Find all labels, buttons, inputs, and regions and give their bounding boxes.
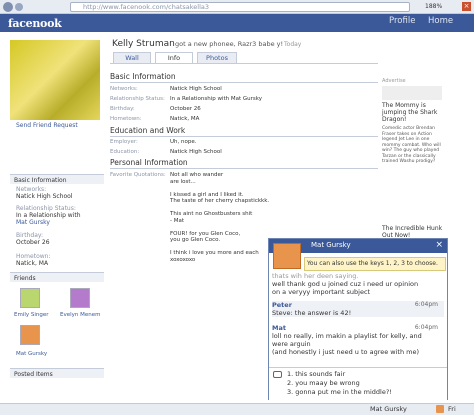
zoom-level[interactable]: 188% xyxy=(425,3,442,10)
friend-name-mat[interactable]: Mat Gursky xyxy=(16,351,47,357)
chat-bubble-icon xyxy=(273,371,282,378)
chat-peter-msg: Steve: the answer is 42! xyxy=(272,309,352,317)
personal-info-header: Personal Information xyxy=(110,158,378,169)
left-birthday-value: October 26 xyxy=(16,239,50,246)
tab-wall[interactable]: Wall xyxy=(113,52,151,63)
chat-peter-block: Peter 6:04pm Steve: the answer is 42! xyxy=(272,301,444,317)
left-networks-label: Networks: xyxy=(16,186,47,193)
friend-avatar-emily[interactable] xyxy=(20,288,40,308)
birthday-label: Birthday: xyxy=(110,106,135,112)
quote-line: xoxoxoxo xyxy=(170,256,196,263)
chat-close-icon[interactable]: × xyxy=(435,241,443,250)
hometown-label: Hometown: xyxy=(110,116,142,122)
friend-name-emily[interactable]: Emily Singer xyxy=(14,312,49,318)
ad-title-1[interactable]: The Mommy is jumping the Shark Dragon! xyxy=(382,102,444,123)
employer-value: Uh, nope. xyxy=(170,139,197,145)
quotations-text: Not all who wander are lost... I kissed … xyxy=(170,172,270,263)
ads-label: Advertise xyxy=(382,78,406,84)
quotations-label: Favorite Quotations: xyxy=(110,172,166,178)
ad-text-1: Comedic actor Brendan Fraser takes on Ac… xyxy=(382,126,441,164)
statusbar-fri[interactable]: Fri xyxy=(448,405,456,413)
friend-avatar-mat[interactable] xyxy=(20,325,40,345)
left-basic-info-title: Basic Information xyxy=(10,174,104,184)
chat-option-3[interactable]: 3. gonna put me in the middle?! xyxy=(287,388,392,396)
chat-status-bar: Mat Gursky Fri xyxy=(0,403,474,415)
chat-peter-name: Peter xyxy=(272,301,292,309)
chat-mat-name: Mat xyxy=(272,324,286,332)
networks-label: Networks: xyxy=(110,86,138,92)
chat-option-1[interactable]: 1. this sounds fair xyxy=(287,370,345,378)
close-icon[interactable]: × xyxy=(462,2,471,11)
chat-tip: You can also use the keys 1, 2, 3 to cho… xyxy=(304,257,446,271)
chat-line-2: on a veryyy important subject xyxy=(272,288,371,296)
networks-value: Natick High School xyxy=(170,86,222,92)
send-friend-request[interactable]: Send Friend Request xyxy=(16,122,78,129)
chat-peter-time: 6:04pm xyxy=(414,301,438,308)
profile-photo xyxy=(10,40,100,120)
chat-mat-msg-3: (and honestly i just need u to agree wit… xyxy=(272,348,420,356)
hometown-value: Natick, MA xyxy=(170,116,200,122)
tab-photos[interactable]: Photos xyxy=(197,52,237,63)
left-relationship-link[interactable]: Mat Gursky xyxy=(16,219,50,226)
employer-label: Employer: xyxy=(110,139,138,145)
friend-avatar-evelyn[interactable] xyxy=(70,288,90,308)
left-networks-value: Natick High School xyxy=(16,193,73,200)
profile-status: got a new phonee, Razr3 babe y! xyxy=(175,40,284,48)
left-relationship-value: In a Relationship with xyxy=(16,212,81,219)
relationship-label: Relationship Status: xyxy=(110,96,165,102)
left-hometown-label: Hometown: xyxy=(16,253,51,260)
ads-column: Advertise The Mommy is jumping the Shark… xyxy=(382,78,444,239)
browser-toolbar: http://www.facenook.com/chatsakella3 188… xyxy=(0,0,474,14)
quote-line: The taste of her cherry chapstickkk. xyxy=(170,198,270,204)
profile-status-time: Today xyxy=(284,41,302,48)
posted-items-title: Posted Items xyxy=(10,368,104,378)
chat-window: Mat Gursky × You can also use the keys 1… xyxy=(268,238,448,400)
friend-name-evelyn[interactable]: Evelyn Menem xyxy=(60,312,101,318)
statusbar-avatar-icon xyxy=(436,405,444,413)
education-header: Education and Work xyxy=(110,126,378,137)
chat-line-1: well thank god u joined cuz i need ur op… xyxy=(272,280,419,288)
nav-home[interactable]: Home xyxy=(428,16,453,26)
ad-title-2[interactable]: The Incredible Hunk Out Now! xyxy=(382,225,444,239)
chat-mat-time: 6:04pm xyxy=(414,324,438,331)
left-relationship-label: Relationship Status: xyxy=(16,205,76,212)
left-birthday-label: Birthday: xyxy=(16,232,44,239)
quote-line: I think i love you more and each xyxy=(170,250,259,256)
chat-option-2[interactable]: 2. you maay be wrong xyxy=(287,379,360,387)
statusbar-chat-tab[interactable]: Mat Gursky xyxy=(370,405,407,413)
back-icon[interactable] xyxy=(3,2,13,12)
birthday-value: October 26 xyxy=(170,106,201,112)
education-value: Natick High School xyxy=(170,149,222,155)
friends-title: Friends xyxy=(10,272,104,282)
nav-profile[interactable]: Profile xyxy=(389,16,415,26)
ad-image-1[interactable] xyxy=(382,86,442,100)
basic-info-header: Basic Information xyxy=(110,72,378,83)
chat-mat-msg-1: loll no really, im makin a playlist for … xyxy=(272,332,422,340)
profile-name: Kelly Struman xyxy=(112,39,175,49)
forward-icon[interactable] xyxy=(15,3,23,11)
site-logo[interactable]: facenook xyxy=(8,17,62,30)
url-bar[interactable]: http://www.facenook.com/chatsakella3 xyxy=(70,2,410,12)
relationship-value[interactable]: In a Relationship with Mat Gursky xyxy=(170,96,262,102)
chat-mat-msg-2: were arguin xyxy=(272,340,311,348)
chat-cut-line: thats wih her deen saying. xyxy=(272,272,359,280)
chat-options-box: 1. this sounds fair 2. you maay be wrong… xyxy=(269,367,447,400)
tab-underline xyxy=(110,63,378,64)
education-label: Education: xyxy=(110,149,140,155)
chat-avatar xyxy=(273,243,301,269)
tab-info[interactable]: Info xyxy=(155,52,193,63)
chat-mat-block: Mat 6:04pm loll no really, im makin a pl… xyxy=(272,324,444,356)
left-hometown-value: Natick, MA xyxy=(16,260,49,267)
